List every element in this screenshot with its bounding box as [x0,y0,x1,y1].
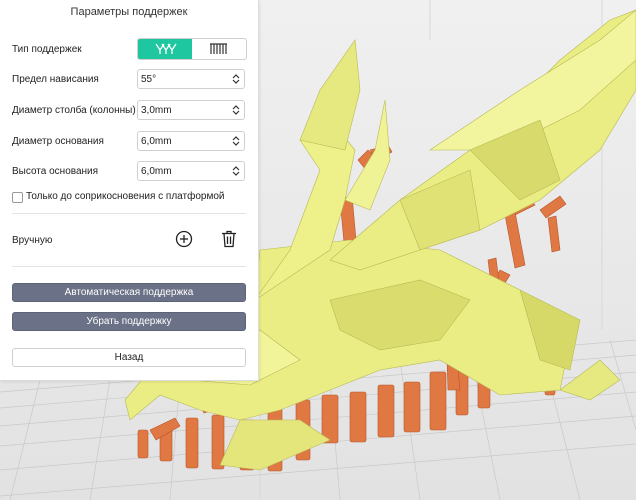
auto-support-button[interactable]: Автоматическая поддержка [12,283,246,302]
overhang-spinbox [137,69,245,89]
support-settings-panel: Параметры поддержек Тип поддержек Предел… [0,0,259,381]
pillar-diameter-input[interactable] [138,101,229,119]
panel-title: Параметры поддержек [70,6,188,18]
grid-support-icon [210,43,227,54]
spin-arrows-icon[interactable] [232,135,240,147]
grid-support-option[interactable] [192,39,246,59]
overhang-input[interactable] [138,70,229,88]
support-type-toggle [137,38,247,60]
support-type-label: Тип поддержек [12,44,82,55]
spin-arrows-icon[interactable] [232,165,240,177]
tree-support-icon [155,43,177,54]
platform-only-checkbox[interactable] [12,192,23,203]
base-height-input[interactable] [138,162,229,180]
manual-label: Вручную [12,235,53,246]
platform-only-label: Только до соприкосновения с платформой [26,191,225,202]
divider [12,213,246,214]
delete-support-button[interactable] [219,229,239,249]
plus-circle-icon [175,230,193,248]
overhang-label: Предел нависания [12,74,99,85]
divider [12,266,246,267]
spin-arrows-icon[interactable] [232,73,240,85]
back-button[interactable]: Назад [12,348,246,367]
add-support-button[interactable] [174,229,194,249]
base-diameter-spinbox [137,131,245,151]
base-diameter-label: Диаметр основания [12,136,104,147]
remove-support-button[interactable]: Убрать поддержку [12,312,246,331]
pillar-diameter-label: Диаметр столба (колонны) [12,105,136,116]
tree-support-option[interactable] [138,39,192,59]
trash-icon [222,230,236,248]
base-diameter-input[interactable] [138,132,229,150]
pillar-diameter-spinbox [137,100,245,120]
base-height-spinbox [137,161,245,181]
base-height-label: Высота основания [12,166,99,177]
spin-arrows-icon[interactable] [232,104,240,116]
